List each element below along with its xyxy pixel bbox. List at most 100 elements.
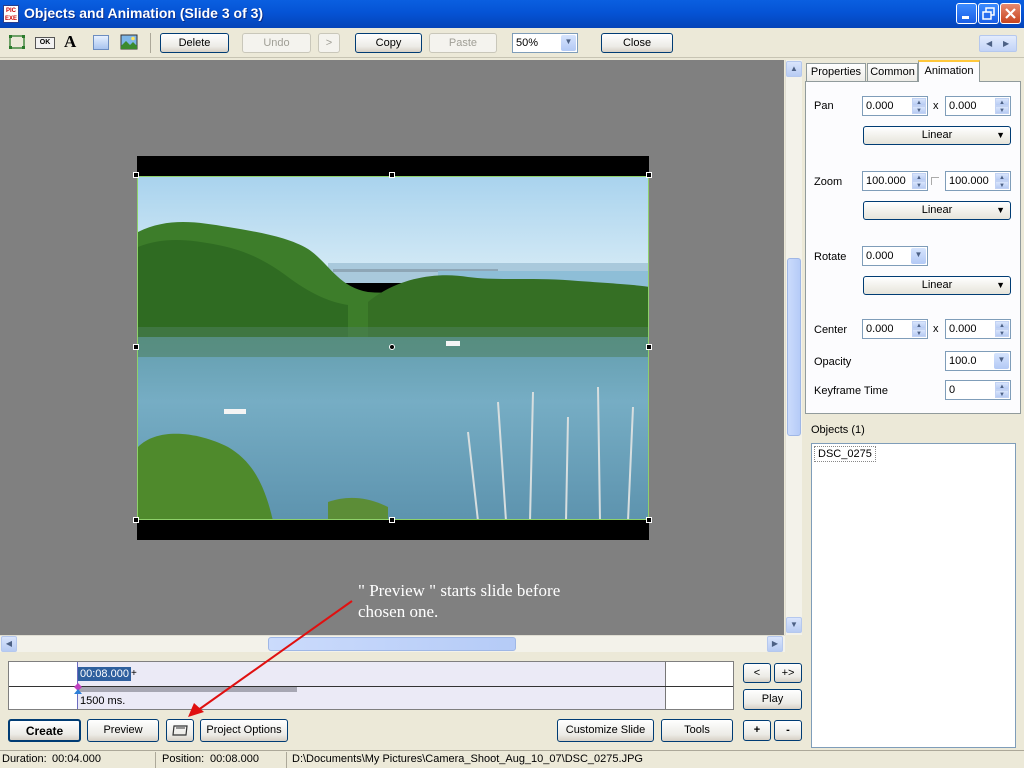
resize-handle-bottom-right[interactable]	[646, 517, 652, 523]
spinner-icon[interactable]: ▲ ▼	[995, 98, 1009, 114]
duration-label: Duration:	[2, 753, 47, 765]
keyframe-time-value: 0	[949, 384, 956, 396]
delete-button[interactable]: Delete	[160, 33, 229, 53]
center-handle[interactable]	[389, 344, 395, 350]
list-item[interactable]: DSC_0275	[814, 446, 876, 462]
timeline-plus: +	[131, 668, 137, 679]
resize-handle-bottom-left[interactable]	[133, 517, 139, 523]
status-separator	[155, 752, 156, 768]
create-button[interactable]: Create	[8, 719, 81, 742]
tab-animation[interactable]: Animation	[918, 60, 980, 82]
next-keyframe-button[interactable]: +>	[774, 663, 802, 683]
annotation-line-1: " Preview " starts slide before	[358, 581, 561, 600]
center-label: Center	[814, 324, 848, 336]
rotate-mode-dropdown[interactable]: Linear ▼	[863, 276, 1011, 295]
position-value: 00:08.000	[210, 753, 259, 765]
zoom-link-icon[interactable]	[931, 177, 939, 185]
play-button[interactable]: Play	[743, 689, 802, 710]
spinner-icon[interactable]: ▲ ▼	[995, 173, 1009, 189]
frame-icon[interactable]	[8, 34, 26, 50]
remove-keyframe-button[interactable]: -	[774, 720, 802, 741]
file-path: D:\Documents\My Pictures\Camera_Shoot_Au…	[292, 753, 643, 765]
scroll-down-icon[interactable]: ▼	[786, 617, 802, 633]
restore-icon	[982, 7, 995, 20]
resize-handle-bottom[interactable]	[389, 517, 395, 523]
spinner-icon[interactable]: ▲ ▼	[912, 98, 926, 114]
prev-keyframe-button[interactable]: <	[743, 663, 771, 683]
zoom-label: Zoom	[814, 176, 843, 188]
tools-button[interactable]: Tools	[661, 719, 733, 742]
pan-y-input[interactable]: 0.000 ▲ ▼	[945, 96, 1011, 116]
tab-properties[interactable]: Properties	[806, 63, 866, 82]
chevron-down-icon: ▼	[996, 280, 1005, 290]
spinner-icon[interactable]: ▲ ▼	[912, 173, 926, 189]
resize-handle-right[interactable]	[646, 344, 652, 350]
keyframe-time-input[interactable]: 0 ▲ ▼	[945, 380, 1011, 400]
customize-slide-button[interactable]: Customize Slide	[557, 719, 654, 742]
spinner-icon[interactable]: ▲ ▼	[912, 321, 926, 337]
rectangle-object-icon[interactable]	[93, 35, 109, 50]
panel-nav-arrows[interactable]: ◀ ▶	[979, 35, 1017, 52]
resize-handle-top[interactable]	[389, 172, 395, 178]
scroll-left-icon[interactable]: ◀	[1, 636, 17, 652]
zoom-mode-value: Linear	[921, 204, 953, 216]
opacity-value: 100.0	[949, 355, 977, 367]
copy-button[interactable]: Copy	[355, 33, 422, 53]
chevron-down-icon: ▼	[561, 35, 576, 51]
zoom-x-input[interactable]: 100.000 ▲ ▼	[862, 171, 928, 191]
rotate-input[interactable]: 0.000 ▼	[862, 246, 928, 266]
restore-button[interactable]	[978, 3, 999, 24]
annotation-text: " Preview " starts slide before chosen o…	[358, 580, 560, 622]
center-x-value: 0.000	[866, 323, 894, 335]
preview-button[interactable]: Preview	[87, 719, 159, 742]
pan-mode-dropdown[interactable]: Linear ▼	[863, 126, 1011, 145]
spinner-icon[interactable]: ▲ ▼	[995, 321, 1009, 337]
tab-common[interactable]: Common	[867, 63, 918, 82]
scroll-up-icon[interactable]: ▲	[786, 61, 802, 77]
pan-x-separator: x	[933, 100, 939, 112]
button-object-icon[interactable]: OK	[35, 37, 55, 49]
resize-handle-top-left[interactable]	[133, 172, 139, 178]
minimize-icon	[962, 16, 969, 19]
resize-handle-left[interactable]	[133, 344, 139, 350]
opacity-label: Opacity	[814, 356, 852, 368]
scroll-right-icon[interactable]: ▶	[767, 636, 783, 652]
close-window-button[interactable]	[1000, 3, 1021, 24]
paste-button[interactable]: Paste	[429, 33, 497, 53]
keyframe-time-label: Keyframe Time	[814, 385, 888, 397]
add-keyframe-button[interactable]: +	[743, 720, 771, 741]
annotation-arrow-icon	[188, 600, 353, 717]
zoom-mode-dropdown[interactable]: Linear ▼	[863, 201, 1011, 220]
vertical-scroll-thumb[interactable]	[787, 258, 801, 436]
center-y-value: 0.000	[949, 323, 977, 335]
center-y-input[interactable]: 0.000 ▲ ▼	[945, 319, 1011, 339]
arrow-right-icon[interactable]: ▶	[1003, 36, 1009, 51]
rotate-label: Rotate	[814, 251, 847, 263]
timeline-duration-label: 1500 ms.	[80, 695, 126, 707]
zoom-y-input[interactable]: 100.000 ▲ ▼	[945, 171, 1011, 191]
text-object-icon[interactable]: A	[64, 32, 76, 52]
resize-handle-top-right[interactable]	[646, 172, 652, 178]
vertical-scrollbar[interactable]: ▲ ▼	[785, 60, 802, 635]
zoom-y-value: 100.000	[949, 175, 989, 187]
zoom-x-value: 100.000	[866, 175, 906, 187]
redo-button[interactable]: >	[318, 33, 340, 53]
opacity-input[interactable]: 100.0 ▼	[945, 351, 1011, 371]
chevron-down-icon: ▼	[996, 130, 1005, 140]
chevron-down-icon: ▼	[994, 353, 1009, 369]
spinner-icon[interactable]: ▲ ▼	[995, 382, 1009, 398]
horizontal-scrollbar[interactable]: ◀ ▶	[0, 635, 785, 652]
arrow-left-icon[interactable]: ◀	[986, 36, 992, 51]
undo-button[interactable]: Undo	[242, 33, 311, 53]
center-x-input[interactable]: 0.000 ▲ ▼	[862, 319, 928, 339]
window-title: Objects and Animation (Slide 3 of 3)	[24, 5, 264, 21]
position-label: Position:	[162, 753, 205, 765]
chevron-down-icon: ▼	[911, 248, 926, 264]
pan-x-input[interactable]: 0.000 ▲ ▼	[862, 96, 928, 116]
image-object-icon[interactable]	[120, 34, 138, 50]
close-button[interactable]: Close	[601, 33, 673, 53]
objects-list[interactable]	[811, 443, 1016, 748]
zoom-select[interactable]: 50% ▼	[512, 33, 578, 53]
center-x-separator: x	[933, 323, 939, 335]
minimize-button[interactable]	[956, 3, 977, 24]
